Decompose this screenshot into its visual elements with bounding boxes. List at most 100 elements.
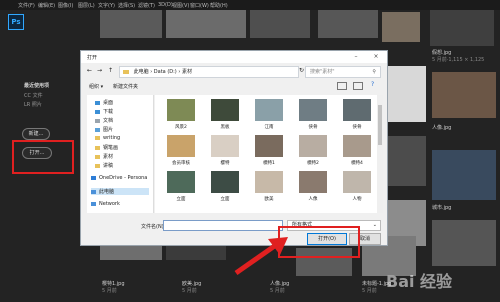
help-icon[interactable]: ? <box>371 81 374 88</box>
menu-3d[interactable]: 3D(D) <box>158 2 173 8</box>
file-thumb[interactable] <box>299 135 327 157</box>
close-icon[interactable]: × <box>367 52 385 62</box>
scrollbar-thumb[interactable] <box>378 105 382 145</box>
menu-view[interactable]: 视图(V) <box>172 2 189 9</box>
thumb-caption: 假想.jpg <box>432 50 452 56</box>
nav-item-writing[interactable]: writing <box>95 135 120 141</box>
nav-item-pictures[interactable]: 图片 <box>95 126 113 133</box>
nav-item-documents[interactable]: 文档 <box>95 117 113 124</box>
breadcrumb-drive[interactable]: Data (D:) <box>154 69 177 75</box>
nav-item-scripts[interactable]: 讲稿 <box>95 162 113 169</box>
file-thumb[interactable] <box>255 171 283 193</box>
recent-thumb[interactable] <box>386 136 426 186</box>
view-mode-icon[interactable] <box>337 82 347 90</box>
thumb-caption: 人像.jpg <box>270 281 290 287</box>
breadcrumb-pc[interactable]: 此电脑 <box>134 69 149 75</box>
menu-window[interactable]: 窗口(W) <box>190 2 209 9</box>
lr-photos-link[interactable]: LR 照片 <box>24 101 42 108</box>
red-arrow-icon <box>234 237 288 276</box>
menu-select[interactable]: 选择(S) <box>118 2 135 9</box>
file-name: 立面 <box>176 197 186 202</box>
nav-item-desktop[interactable]: 桌面 <box>95 99 113 106</box>
nav-item-pen-drawing[interactable]: 钢笔画 <box>95 144 118 151</box>
filename-input[interactable] <box>163 220 283 231</box>
recent-thumb[interactable] <box>430 10 494 46</box>
file-thumb[interactable] <box>211 171 239 193</box>
new-button[interactable]: 新建... <box>22 128 50 140</box>
file-name: 江南 <box>264 125 274 130</box>
network-icon <box>91 201 96 206</box>
refresh-icon[interactable]: ↻ <box>299 67 304 74</box>
folder-icon <box>123 69 129 74</box>
up-arrow-icon[interactable]: ↑ <box>108 67 113 74</box>
file-thumb[interactable] <box>343 99 371 121</box>
cloud-icon <box>91 175 96 180</box>
forward-arrow-icon[interactable]: → <box>97 67 102 74</box>
file-thumb[interactable] <box>299 171 327 193</box>
file-name: 模特1 <box>263 161 275 166</box>
file-grid-scrollbar[interactable] <box>377 95 383 213</box>
organize-button[interactable]: 组织 ▾ <box>89 83 103 90</box>
minimize-icon[interactable]: – <box>347 52 365 62</box>
file-thumb[interactable] <box>211 99 239 121</box>
recent-heading[interactable]: 最近使用项 <box>24 82 49 89</box>
file-name: 风景2 <box>175 125 187 130</box>
thumb-meta: 5 月前·1,115 × 1,125 <box>432 57 485 63</box>
file-thumb[interactable] <box>255 99 283 121</box>
nav-item-this-pc[interactable]: 此电脑 <box>91 188 149 195</box>
menu-filter[interactable]: 滤镜(T) <box>138 2 155 9</box>
menu-help[interactable]: 帮助(H) <box>210 2 228 9</box>
filename-label: 文件名(N): <box>141 224 166 230</box>
recent-thumb[interactable] <box>250 10 310 38</box>
file-thumb[interactable] <box>167 99 195 121</box>
file-name: 模特2 <box>307 161 319 166</box>
folder-icon <box>95 135 100 140</box>
nav-item-downloads[interactable]: 下载 <box>95 108 113 115</box>
cc-files-link[interactable]: CC 文件 <box>24 92 43 99</box>
file-grid: 风景2 黑板 江南 侠骨 侠骨 会员审核 樱特 模特1 模特2 模特4 立面 立… <box>155 95 377 213</box>
breadcrumb-folder[interactable]: 素材 <box>182 69 192 75</box>
desktop-icon <box>95 100 100 105</box>
address-bar[interactable]: 此电脑 › Data (D:) › 素材 <box>119 66 299 78</box>
recent-thumb[interactable] <box>386 66 426 122</box>
search-input[interactable]: 搜索"素材" ⚲ <box>305 66 381 78</box>
thumb-meta: 5 月前 <box>182 288 197 294</box>
thumb-meta: 5 月前 <box>102 288 117 294</box>
menu-image[interactable]: 图像(I) <box>58 2 73 9</box>
computer-icon <box>91 189 96 194</box>
file-name: 模特4 <box>351 161 363 166</box>
menu-edit[interactable]: 编辑(E) <box>38 2 55 9</box>
folder-icon <box>95 154 100 159</box>
file-name: 欧美 <box>264 197 274 202</box>
folder-icon <box>95 145 100 150</box>
recent-thumb[interactable] <box>432 72 496 118</box>
recent-thumb[interactable] <box>432 150 496 200</box>
menu-file[interactable]: 文件(F) <box>18 2 35 9</box>
recent-thumb[interactable] <box>100 10 162 38</box>
file-name: 会员审核 <box>172 161 190 166</box>
recent-thumb[interactable] <box>432 220 496 266</box>
new-folder-button[interactable]: 新建文件夹 <box>113 83 138 90</box>
file-thumb[interactable] <box>255 135 283 157</box>
file-thumb[interactable] <box>167 171 195 193</box>
recent-thumb[interactable] <box>318 10 378 38</box>
nav-item-onedrive[interactable]: OneDrive - Persona <box>91 175 147 181</box>
menu-layer[interactable]: 图层(L) <box>78 2 95 9</box>
highlight-open-button <box>12 140 74 174</box>
nav-item-material[interactable]: 素材 <box>95 153 113 160</box>
file-name: 人物 <box>352 197 362 202</box>
nav-item-network[interactable]: Network <box>91 201 120 207</box>
file-thumb[interactable] <box>211 135 239 157</box>
file-name: 人像 <box>308 197 318 202</box>
dialog-title: 打开 <box>87 55 98 61</box>
file-thumb[interactable] <box>343 135 371 157</box>
baidu-watermark: Bai 经验 <box>386 272 453 291</box>
preview-pane-icon[interactable] <box>353 82 363 90</box>
back-arrow-icon[interactable]: ← <box>87 67 92 74</box>
file-thumb[interactable] <box>299 99 327 121</box>
file-thumb[interactable] <box>167 135 195 157</box>
recent-thumb[interactable] <box>382 12 420 42</box>
recent-thumb[interactable] <box>166 10 246 38</box>
menu-type[interactable]: 文字(Y) <box>98 2 115 9</box>
file-thumb[interactable] <box>343 171 371 193</box>
